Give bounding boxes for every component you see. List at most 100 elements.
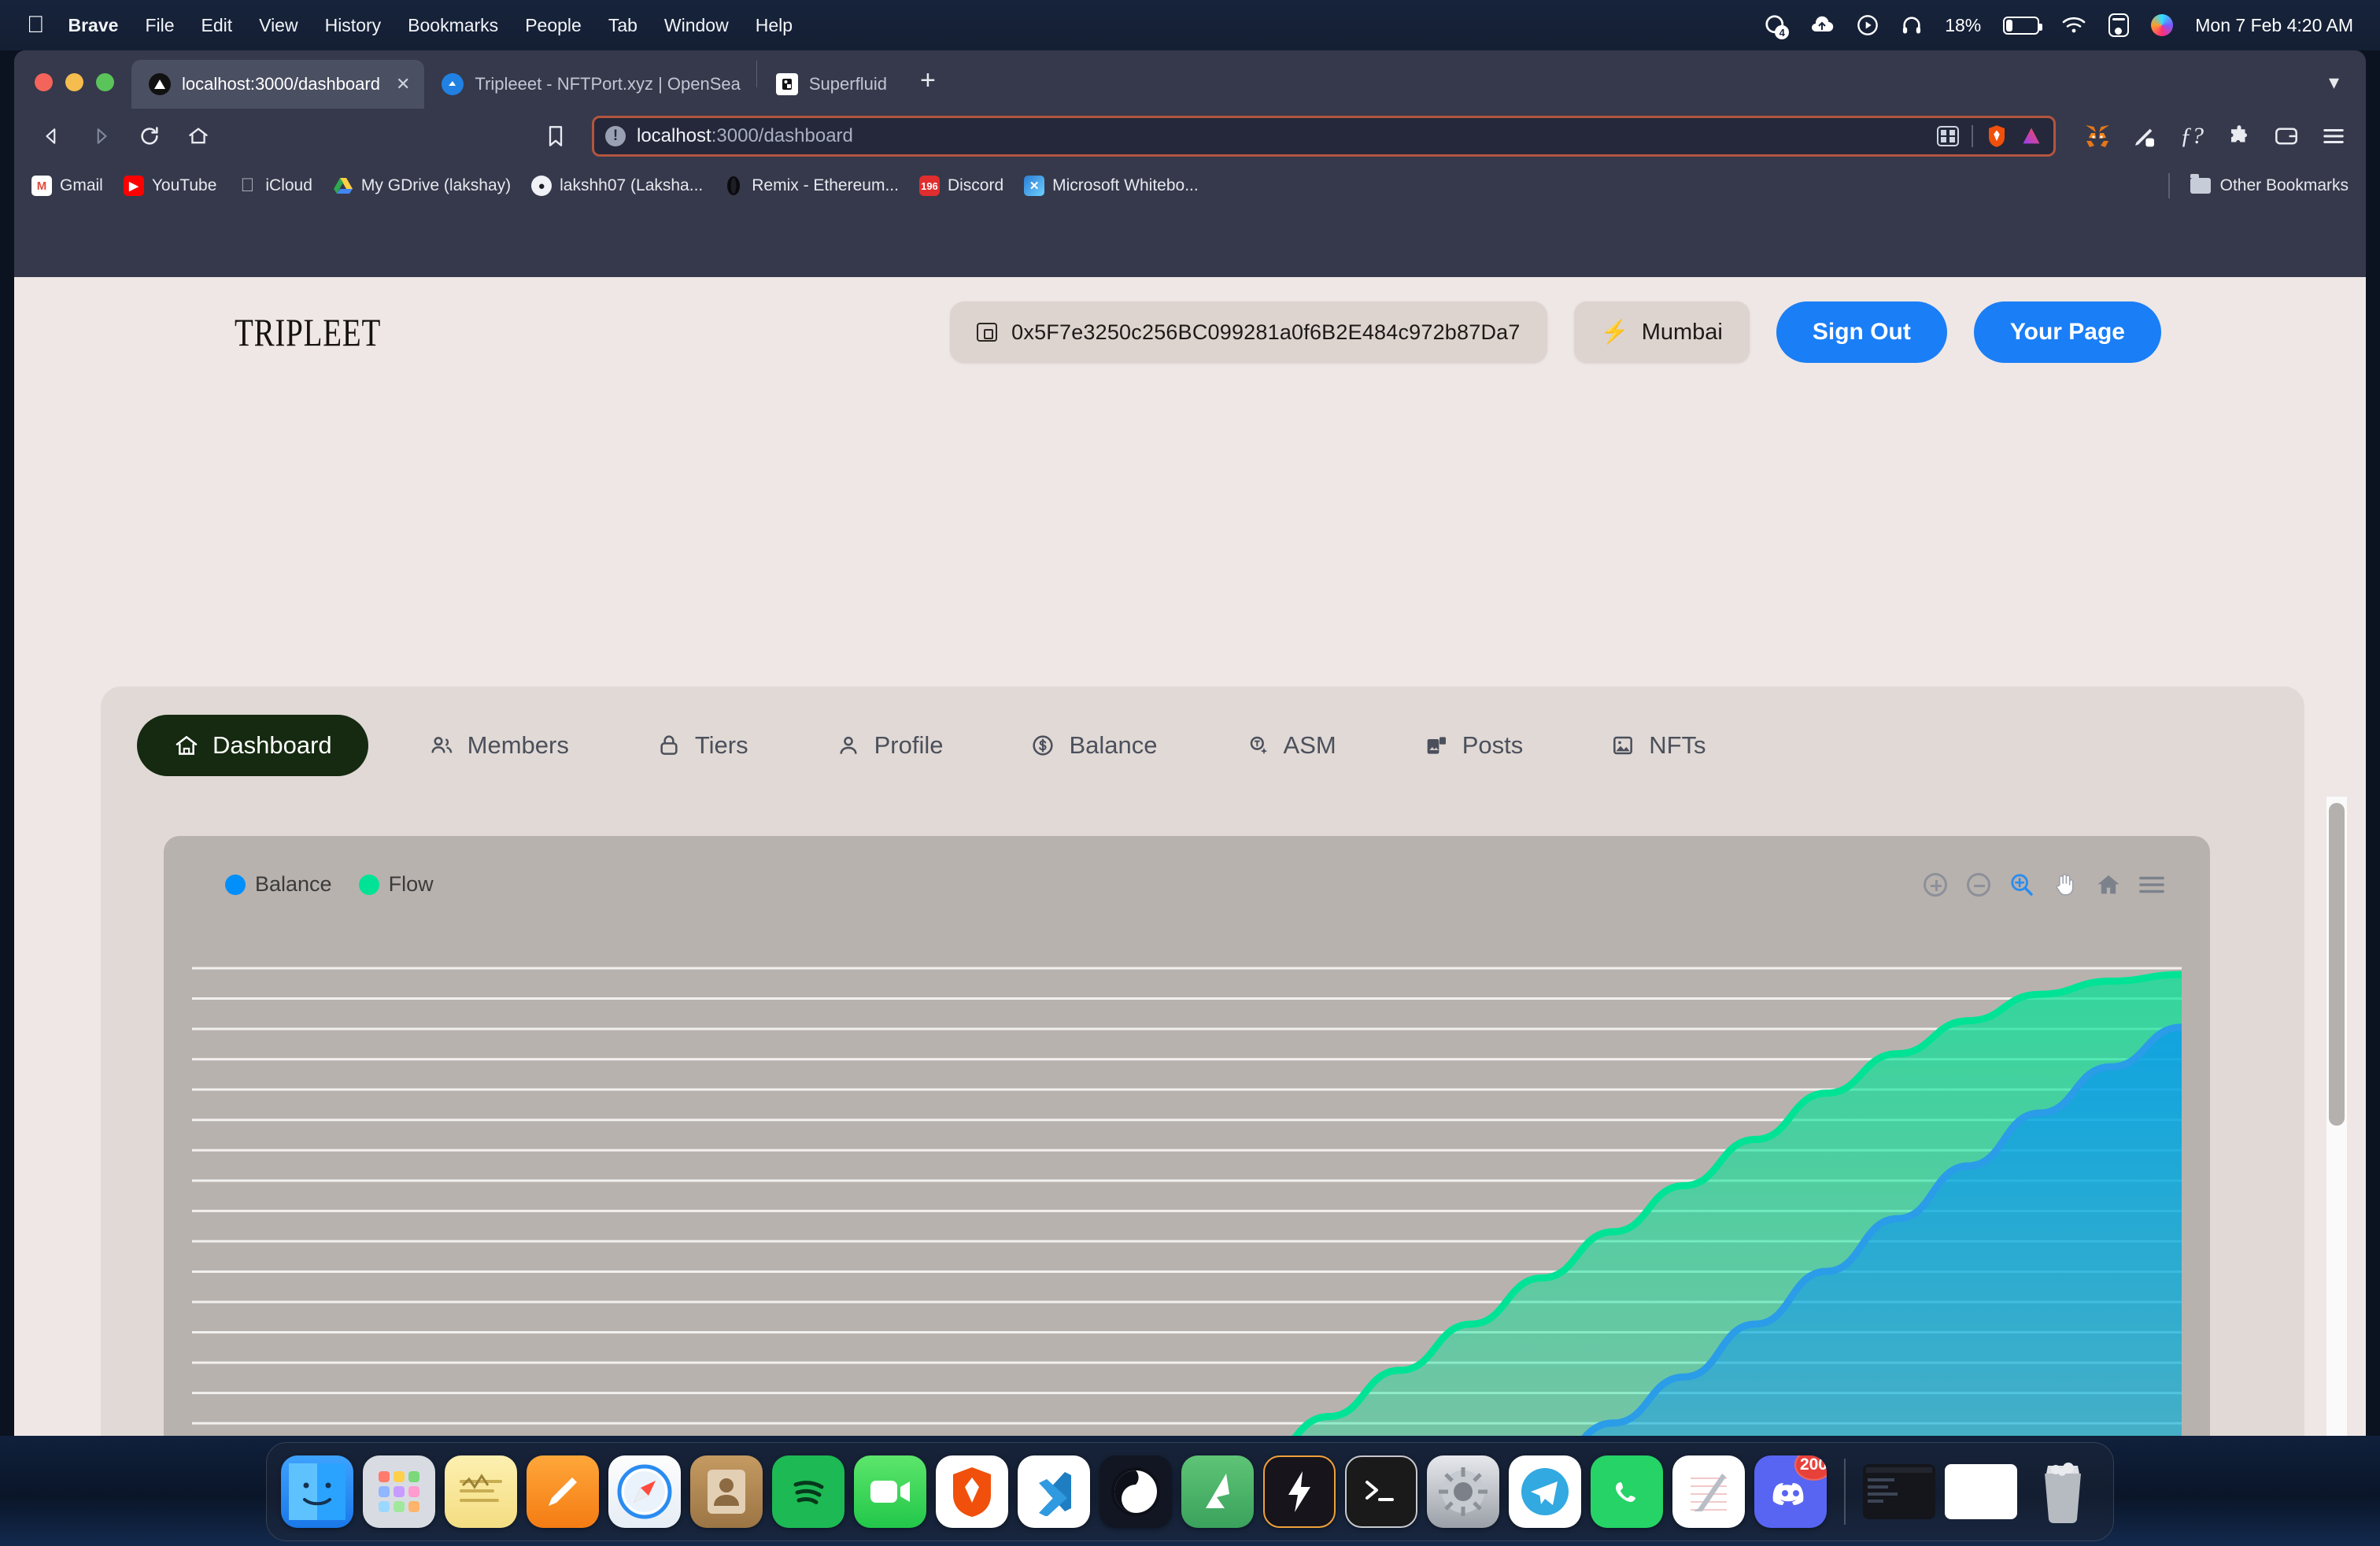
system-preferences-icon[interactable]	[1427, 1455, 1499, 1528]
siri-icon[interactable]	[2151, 14, 2174, 36]
menu-item-file[interactable]: File	[145, 15, 174, 36]
tab-dashboard[interactable]: Dashboard	[137, 715, 368, 776]
minimized-window-code[interactable]	[1863, 1464, 1935, 1519]
bookmark-discord[interactable]: 196 Discord	[918, 176, 1003, 196]
facetime-icon[interactable]	[854, 1455, 926, 1528]
chart-plot-area[interactable]	[192, 963, 2182, 1436]
menu-item-brave[interactable]: Brave	[68, 15, 119, 36]
legend-item-balance[interactable]: Balance	[225, 872, 332, 897]
telegram-icon[interactable]	[1509, 1455, 1581, 1528]
bookmark-remix[interactable]: Remix - Ethereum...	[723, 176, 899, 196]
qr-code-icon[interactable]	[1937, 126, 1959, 146]
obs-icon[interactable]	[1099, 1455, 1172, 1528]
scrollbar-thumb[interactable]	[2329, 803, 2345, 1126]
notes-icon[interactable]	[445, 1455, 517, 1528]
selection-zoom-icon[interactable]	[2008, 871, 2036, 899]
sign-out-button[interactable]: Sign Out	[1776, 301, 1947, 363]
wallet-icon[interactable]	[2271, 121, 2301, 151]
browser-menu-icon[interactable]	[2319, 121, 2349, 151]
maximize-window-button[interactable]	[96, 73, 114, 91]
extensions-puzzle-icon[interactable]	[2224, 121, 2254, 151]
close-window-button[interactable]	[35, 73, 53, 91]
control-center-icon[interactable]	[2108, 13, 2130, 37]
brave-icon[interactable]	[936, 1455, 1008, 1528]
menu-item-view[interactable]: View	[259, 15, 298, 36]
menu-bar-clock[interactable]: Mon 7 Feb 4:20 AM	[2195, 15, 2353, 36]
zoom-in-icon[interactable]	[1921, 871, 1949, 899]
chevron-down-icon[interactable]: ▾	[2329, 70, 2339, 94]
app-logo[interactable]: TRIPLEET	[235, 309, 381, 355]
minimized-window-blank[interactable]	[1945, 1464, 2017, 1519]
whatsapp-icon[interactable]	[1591, 1455, 1663, 1528]
bookmark-gdrive[interactable]: My GDrive (lakshay)	[333, 176, 511, 196]
tab-members[interactable]: Members	[401, 715, 596, 776]
page-scrollbar[interactable]	[2326, 797, 2347, 1436]
address-bar[interactable]: ! localhost:3000/dashboard	[592, 116, 2056, 157]
cloud-upload-icon[interactable]	[1809, 16, 1835, 35]
menu-item-bookmarks[interactable]: Bookmarks	[408, 15, 498, 36]
spotify-icon[interactable]	[772, 1455, 844, 1528]
discord-icon[interactable]: 200	[1754, 1455, 1827, 1528]
menu-item-window[interactable]: Window	[664, 15, 729, 36]
pan-icon[interactable]	[2051, 871, 2079, 899]
menu-item-people[interactable]: People	[525, 15, 582, 36]
contacts-icon[interactable]	[690, 1455, 763, 1528]
battery-icon[interactable]	[2003, 16, 2043, 35]
back-button[interactable]	[31, 116, 72, 157]
brave-rewards-icon[interactable]	[2020, 125, 2042, 147]
pages-icon[interactable]	[527, 1455, 599, 1528]
your-page-button[interactable]: Your Page	[1973, 301, 2161, 363]
hopper-icon[interactable]	[1181, 1455, 1254, 1528]
tab-posts[interactable]: Posts	[1396, 715, 1550, 776]
bookmark-this-page-icon[interactable]	[535, 116, 576, 157]
menu-icon[interactable]	[2138, 871, 2166, 899]
launchpad-icon[interactable]	[363, 1455, 435, 1528]
bookmark-gmail[interactable]: M Gmail	[31, 176, 103, 196]
tab-asm[interactable]: ASM	[1218, 715, 1363, 776]
finder-icon[interactable]	[281, 1455, 353, 1528]
notification-center-icon[interactable]: 4	[1764, 13, 1790, 39]
forward-button[interactable]	[80, 116, 121, 157]
warp-icon[interactable]	[1263, 1455, 1336, 1528]
other-bookmarks[interactable]: Other Bookmarks	[2168, 173, 2349, 198]
tab-balance[interactable]: Balance	[1003, 715, 1184, 776]
pen-tool-icon[interactable]	[2130, 121, 2160, 151]
menu-item-tab[interactable]: Tab	[608, 15, 638, 36]
browser-tab-superfluid[interactable]: Superfluid	[759, 60, 901, 109]
terminal-icon[interactable]	[1345, 1455, 1417, 1528]
wifi-icon[interactable]	[2061, 16, 2086, 35]
safari-icon[interactable]	[608, 1455, 681, 1528]
network-selector[interactable]: ⚡ Mumbai	[1573, 301, 1750, 363]
menu-item-edit[interactable]: Edit	[201, 15, 233, 36]
play-circle-icon[interactable]	[1857, 14, 1879, 36]
bookmark-icloud[interactable]:  iCloud	[237, 175, 312, 196]
bookmark-youtube[interactable]: ▶ YouTube	[123, 176, 216, 196]
site-info-icon[interactable]: !	[605, 126, 626, 146]
tab-profile[interactable]: Profile	[808, 715, 970, 776]
vscode-icon[interactable]	[1018, 1455, 1090, 1528]
legend-item-flow[interactable]: Flow	[358, 872, 434, 897]
tab-nfts[interactable]: NFTs	[1583, 715, 1732, 776]
tab-tiers[interactable]: Tiers	[629, 715, 775, 776]
home-button[interactable]	[178, 116, 219, 157]
metamask-icon[interactable]	[2082, 121, 2112, 151]
wallet-address-pill[interactable]: 0x5F7e3250c256BC099281a0f6B2E484c972b87D…	[950, 301, 1547, 363]
apple-menu-icon[interactable]: 	[27, 13, 45, 37]
browser-tab-localhost[interactable]: localhost:3000/dashboard ✕	[131, 60, 425, 109]
headphones-icon[interactable]	[1901, 14, 1923, 36]
minimize-window-button[interactable]	[65, 73, 83, 91]
f-question-extension-icon[interactable]: ƒ?	[2177, 121, 2207, 151]
close-tab-icon[interactable]: ✕	[396, 74, 410, 94]
new-tab-button[interactable]: +	[901, 65, 955, 109]
notability-icon[interactable]	[1672, 1455, 1745, 1528]
browser-tab-opensea[interactable]: Tripleeet - NFTPort.xyz | OpenSea	[424, 60, 754, 109]
bookmark-github[interactable]: ● lakshh07 (Laksha...	[531, 176, 703, 196]
reset-zoom-icon[interactable]	[2094, 871, 2123, 899]
reload-button[interactable]	[129, 116, 170, 157]
brave-shields-icon[interactable]	[1986, 124, 2008, 148]
menu-item-help[interactable]: Help	[756, 15, 793, 36]
menu-item-history[interactable]: History	[325, 15, 382, 36]
bookmark-whiteboard[interactable]: ✕ Microsoft Whitebo...	[1024, 176, 1199, 196]
trash-icon[interactable]	[2027, 1455, 2099, 1528]
zoom-out-icon[interactable]	[1964, 871, 1993, 899]
